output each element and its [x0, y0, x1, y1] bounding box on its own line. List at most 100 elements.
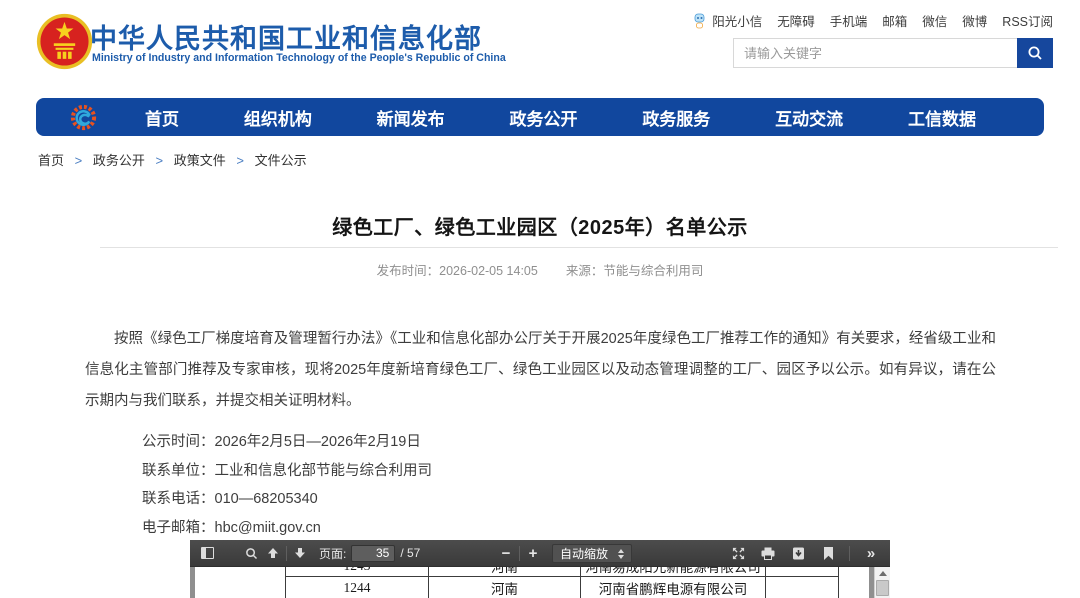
- arrow-down-icon: [294, 547, 306, 559]
- contact-line-unit: 联系单位：工业和信息化部节能与综合利用司: [142, 457, 432, 486]
- breadcrumb-policy-docs[interactable]: 政策文件: [174, 153, 226, 168]
- search-icon: [1027, 45, 1043, 61]
- table-row: 1243 河南 河南易成阳光新能源有限公司: [286, 567, 839, 577]
- pdf-viewer: 页面: / 57 − + 自动缩放: [190, 540, 890, 598]
- contact-line-phone: 联系电话：010—68205340: [142, 485, 432, 514]
- national-emblem-icon: [36, 13, 93, 70]
- sidebar-toggle-button[interactable]: [196, 542, 218, 564]
- title-divider: [100, 247, 1058, 248]
- toolbar-right-group: »: [727, 542, 890, 564]
- cell-province: 河南: [429, 577, 581, 598]
- nav-item-gov-services[interactable]: 政务服务: [642, 105, 710, 130]
- contact-line-period: 公示时间：2026年2月5日—2026年2月19日: [142, 428, 432, 457]
- pdf-page: 1243 河南 河南易成阳光新能源有限公司 1244 河南 河南省鹏辉电源有限公…: [195, 567, 869, 598]
- breadcrumb-gov-affairs[interactable]: 政务公开: [93, 153, 145, 168]
- page: 中华人民共和国工业和信息化部 Ministry of Industry and …: [0, 0, 1080, 598]
- cell-company: 河南省鹏辉电源有限公司: [581, 577, 766, 598]
- toolbar-divider: [849, 546, 850, 561]
- search-icon: [245, 547, 258, 560]
- site-search: [733, 38, 1053, 68]
- bookmark-button[interactable]: [817, 542, 839, 564]
- cell-company: 河南易成阳光新能源有限公司: [581, 567, 766, 577]
- article-title: 绿色工厂、绿色工业园区（2025年）名单公示: [0, 211, 1080, 240]
- cell-extra: [766, 577, 839, 598]
- triangle-up-icon: [879, 571, 887, 576]
- zoom-mode-select[interactable]: 自动缩放: [552, 544, 632, 563]
- contact-line-email: 电子邮箱：hbc@miit.gov.cn: [142, 514, 432, 543]
- more-tools-button[interactable]: »: [860, 542, 882, 564]
- arrow-up-icon: [267, 547, 279, 559]
- cell-serial: 1243: [286, 567, 429, 577]
- pdf-content-area: 1243 河南 河南易成阳光新能源有限公司 1244 河南 河南省鹏辉电源有限公…: [190, 567, 890, 598]
- article-paragraph: 按照《绿色工厂梯度培育及管理暂行办法》《工业和信息化部办公厅关于开展2025年度…: [85, 324, 996, 417]
- printer-icon: [761, 547, 775, 560]
- page-label: 页面:: [319, 545, 346, 562]
- utility-link-weibo[interactable]: 微博: [962, 11, 987, 30]
- breadcrumb-separator: >: [156, 153, 164, 168]
- source: 节能与综合利用司: [603, 264, 703, 278]
- zoom-mode-value: 自动缩放: [560, 545, 608, 562]
- nav-item-interaction[interactable]: 互动交流: [775, 105, 843, 130]
- nav-item-organization[interactable]: 组织机构: [244, 105, 312, 130]
- nav-item-data[interactable]: 工信数据: [908, 105, 976, 130]
- plus-icon: +: [529, 546, 538, 561]
- toolbar-divider: [519, 546, 520, 561]
- utility-link-accessibility[interactable]: 无障碍: [777, 11, 815, 30]
- table-row: 1244 河南 河南省鹏辉电源有限公司: [286, 577, 839, 598]
- pdf-scrollbar[interactable]: [874, 567, 890, 598]
- fullscreen-icon: [732, 547, 745, 560]
- page-total: / 57: [400, 546, 420, 560]
- zoom-out-button[interactable]: −: [495, 543, 517, 565]
- utility-link-rss[interactable]: RSS订阅: [1002, 11, 1053, 30]
- cell-serial: 1244: [286, 577, 429, 598]
- cell-extra: [766, 567, 839, 577]
- publish-time: 2026-02-05 14:05: [439, 264, 538, 278]
- site-subtitle: Ministry of Industry and Information Tec…: [92, 52, 506, 64]
- pdf-toolbar: 页面: / 57 − + 自动缩放: [190, 540, 890, 567]
- nav-items: 首页 组织机构 新闻发布 政务公开 政务服务 互动交流 工信数据: [97, 105, 1044, 130]
- pdf-search-button[interactable]: [240, 542, 262, 564]
- miit-logo-icon: [70, 104, 97, 131]
- zoom-in-button[interactable]: +: [522, 543, 544, 565]
- article-meta: 发布时间：2026-02-05 14:05 来源：节能与综合利用司: [0, 260, 1080, 279]
- source-label: 来源：: [566, 264, 604, 278]
- breadcrumb-separator: >: [75, 153, 83, 168]
- utility-link-wechat[interactable]: 微信: [922, 11, 947, 30]
- nav-item-home[interactable]: 首页: [145, 105, 179, 130]
- utility-link-mail[interactable]: 邮箱: [882, 11, 907, 30]
- bookmark-icon: [823, 547, 834, 560]
- presentation-mode-button[interactable]: [727, 542, 749, 564]
- search-input[interactable]: [733, 38, 1017, 68]
- pdf-table: 1243 河南 河南易成阳光新能源有限公司 1244 河南 河南省鹏辉电源有限公…: [285, 567, 839, 598]
- chevron-double-right-icon: »: [867, 545, 875, 562]
- article-contact-block: 公示时间：2026年2月5日—2026年2月19日 联系单位：工业和信息化部节能…: [142, 428, 432, 542]
- download-button[interactable]: [787, 542, 809, 564]
- publish-time-label: 发布时间：: [377, 264, 440, 278]
- scroll-up-button[interactable]: [875, 568, 890, 579]
- page-number-input[interactable]: [351, 545, 395, 562]
- cell-province: 河南: [429, 567, 581, 577]
- site-title: 中华人民共和国工业和信息化部: [90, 17, 482, 56]
- mascot-icon: [693, 13, 706, 29]
- utility-link-sunshine[interactable]: 阳光小信: [712, 11, 762, 30]
- print-button[interactable]: [757, 542, 779, 564]
- scrollbar-thumb[interactable]: [876, 580, 889, 596]
- site-header: 中华人民共和国工业和信息化部 Ministry of Industry and …: [0, 0, 1080, 90]
- download-icon: [792, 547, 805, 560]
- toolbar-divider: [286, 546, 287, 561]
- breadcrumb: 首页 > 政务公开 > 政策文件 > 文件公示: [38, 150, 307, 169]
- utility-links: 阳光小信 无障碍 手机端 邮箱 微信 微博 RSS订阅: [693, 11, 1053, 30]
- breadcrumb-current: 文件公示: [255, 153, 307, 168]
- search-button[interactable]: [1017, 38, 1053, 68]
- main-nav: 首页 组织机构 新闻发布 政务公开 政务服务 互动交流 工信数据: [36, 98, 1044, 136]
- nav-item-gov-affairs[interactable]: 政务公开: [509, 105, 577, 130]
- minus-icon: −: [502, 546, 511, 561]
- previous-page-button[interactable]: [262, 542, 284, 564]
- nav-item-news[interactable]: 新闻发布: [377, 105, 445, 130]
- sidebar-toggle-icon: [201, 547, 214, 559]
- breadcrumb-home[interactable]: 首页: [38, 153, 64, 168]
- next-page-button[interactable]: [289, 542, 311, 564]
- zoom-controls: − + 自动缩放: [495, 540, 632, 567]
- select-arrows-icon: [618, 549, 624, 559]
- utility-link-mobile[interactable]: 手机端: [830, 11, 868, 30]
